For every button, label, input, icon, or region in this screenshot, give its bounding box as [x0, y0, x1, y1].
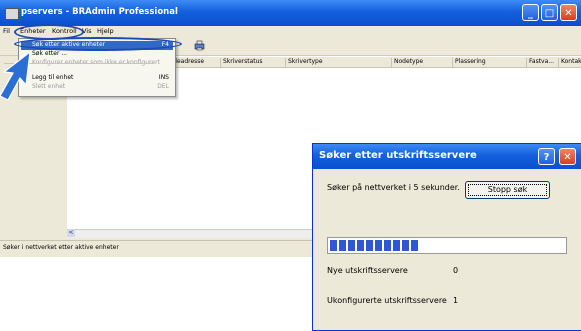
new-servers-value: 0 — [453, 266, 459, 275]
stop-search-button[interactable]: Stopp søk — [465, 181, 550, 199]
app-icon — [5, 8, 19, 20]
progress-segment — [402, 240, 409, 251]
status-text: Søker i nettverket etter aktive enheter — [3, 244, 119, 251]
menu-item-delete-device: Slett enhet DEL — [21, 83, 173, 92]
menu-help[interactable]: Hjelp — [97, 27, 114, 35]
menu-item-shortcut: INS — [158, 74, 169, 81]
progress-segment — [330, 240, 337, 251]
network-icon[interactable] — [194, 40, 205, 51]
unconfigured-servers-label: Ukonfigurerte utskriftsservere — [327, 296, 447, 305]
column-printer-status[interactable]: Skriverstatus — [220, 58, 285, 67]
menu-item-shortcut: DEL — [157, 83, 169, 90]
help-button[interactable]: ? — [538, 148, 555, 165]
column-contact[interactable]: Kontakt — [558, 58, 581, 67]
menu-file[interactable]: Fil — [3, 27, 10, 35]
menu-item-search-for[interactable]: Søk etter ... — [21, 50, 173, 59]
focus-ring — [468, 184, 547, 196]
column-node-type[interactable]: Nodetype — [391, 58, 452, 67]
dialog-title: Søker etter utskriftsservere — [319, 150, 477, 161]
search-message: Søker på nettverket i 5 sekunder. — [327, 183, 460, 192]
close-button[interactable]: ✕ — [560, 4, 577, 21]
progress-segment — [357, 240, 364, 251]
dialog-close-button[interactable]: ✕ — [559, 148, 576, 165]
progress-segment — [384, 240, 391, 251]
highlight-oval-menu-item — [14, 37, 182, 51]
progress-fill — [330, 240, 418, 251]
window-title: pservers - BRAdmin Professional — [21, 7, 178, 17]
menu-item-label: Søk etter ... — [32, 50, 68, 57]
column-location[interactable]: Plassering — [452, 58, 526, 67]
column-firmware[interactable]: Fastva... — [526, 58, 558, 67]
progress-bar — [327, 237, 567, 254]
progress-segment — [366, 240, 373, 251]
menu-item-label: Legg til enhet — [32, 74, 74, 81]
menu-item-add-device[interactable]: Legg til enhet INS — [21, 74, 173, 83]
maximize-button[interactable]: □ — [541, 4, 558, 21]
progress-segment — [348, 240, 355, 251]
new-servers-label: Nye utskriftsservere — [327, 266, 408, 275]
scroll-left-arrow-icon[interactable]: < — [67, 229, 75, 237]
progress-segment — [339, 240, 346, 251]
progress-segment — [393, 240, 400, 251]
column-printer-type[interactable]: Skrivertype — [285, 58, 391, 67]
column-header: Nodeadresse Skriverstatus Skrivertype No… — [162, 57, 581, 68]
pointer-arrow-icon — [0, 50, 31, 101]
progress-segment — [411, 240, 418, 251]
title-bar: pservers - BRAdmin Professional _ □ ✕ — [0, 0, 581, 26]
unconfigured-servers-value: 1 — [453, 296, 459, 305]
minimize-button[interactable]: _ — [522, 4, 539, 21]
dialog-title-bar: Søker etter utskriftsservere ? ✕ — [313, 144, 581, 169]
menu-item-label: Slett enhet — [32, 83, 66, 90]
search-dialog: Søker etter utskriftsservere ? ✕ Søker p… — [312, 143, 581, 331]
progress-segment — [375, 240, 382, 251]
